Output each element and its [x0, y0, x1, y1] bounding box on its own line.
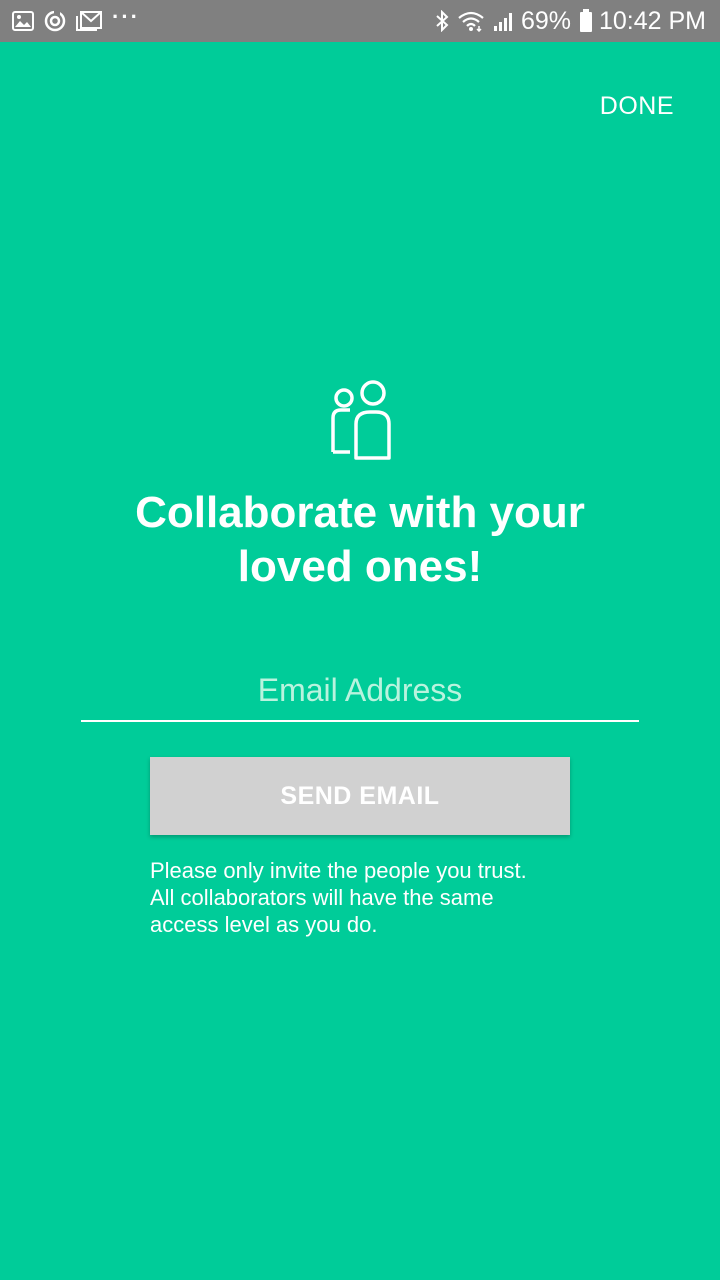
battery-icon: [579, 9, 593, 33]
more-dots-icon: ···: [112, 4, 140, 29]
people-icon: [331, 380, 391, 460]
gallery-icon: [12, 11, 34, 31]
battery-percent: 69%: [520, 6, 571, 35]
gmail-icon: [76, 11, 102, 31]
status-right: 69% 10:42 PM: [427, 7, 706, 36]
email-field[interactable]: [81, 660, 639, 722]
trust-note-line-1: Please only invite the people you trust.: [150, 858, 527, 883]
clock: 10:42 PM: [598, 6, 706, 35]
signal-icon: [493, 10, 515, 32]
send-email-button[interactable]: SEND EMAIL: [150, 757, 570, 835]
done-button[interactable]: DONE: [600, 92, 674, 121]
trust-note-line-2: All collaborators will have the same: [150, 885, 494, 910]
status-left: ···: [12, 4, 150, 32]
sync-icon: [44, 10, 66, 32]
trust-note: Please only invite the people you trust.…: [150, 857, 580, 938]
headline-line-2: loved ones!: [237, 542, 483, 591]
headline-line-1: Collaborate with your: [135, 488, 585, 537]
headline: Collaborate with your loved ones!: [0, 486, 720, 594]
trust-note-line-3: access level as you do.: [150, 912, 378, 937]
wifi-icon: [457, 10, 485, 32]
status-bar: ··· 69% 10:42 PM: [0, 0, 720, 42]
bluetooth-icon: [435, 10, 449, 32]
